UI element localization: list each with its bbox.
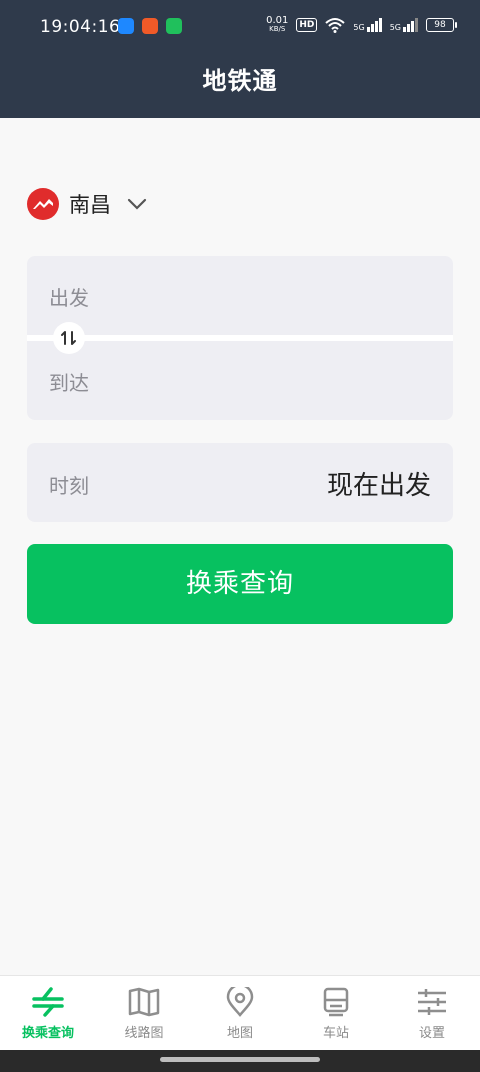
tab-station[interactable]: 车站 [288,976,384,1051]
signal-icon: 5G [353,18,382,32]
map-book-icon [128,987,160,1017]
location-pin-icon [226,987,254,1017]
hd-icon: HD [296,18,318,32]
battery-icon: 98 [426,18,457,32]
wifi-icon [325,18,346,33]
origin-placeholder: 出发 [49,286,89,310]
station-icon [323,987,349,1017]
app-header: 地铁通 [0,44,480,118]
route-input-group: 出发 到达 [27,256,453,420]
departure-time-field[interactable]: 时刻 现在出发 [27,443,453,522]
time-value: 现在出发 [326,471,431,501]
tab-transfer[interactable]: 换乘查询 [0,976,96,1051]
app-notification-icon [166,18,182,34]
status-indicators: 0.01 KB/S HD 5G 5G 98 [266,15,457,34]
gesture-bar [0,1050,480,1072]
tab-line-map[interactable]: 线路图 [96,976,192,1051]
tab-label: 线路图 [124,1026,164,1041]
sliders-icon [418,989,446,1015]
signal-icon: 5G [390,18,418,32]
bottom-tab-bar: 换乘查询 线路图 地图 车站 设置 [0,975,480,1051]
city-selector[interactable]: 南昌 [27,188,147,220]
net-speed: 0.01 KB/S [266,15,289,34]
tab-label: 车站 [322,1026,349,1041]
tab-label: 地图 [226,1026,253,1041]
status-bar: 19:04:16 0.01 KB/S HD 5G 5G 98 [0,0,480,44]
metro-logo-icon [27,188,59,220]
tab-label: 设置 [418,1026,445,1041]
city-name: 南昌 [69,193,111,217]
tab-label: 换乘查询 [21,1026,74,1041]
app-notification-icon [142,18,158,34]
chevron-down-icon [127,198,147,210]
swap-stations-button[interactable] [53,322,85,354]
destination-field[interactable]: 到达 [27,341,453,420]
transfer-icon [32,987,64,1017]
transfer-search-button[interactable]: 换乘查询 [27,544,453,624]
tab-settings[interactable]: 设置 [384,976,480,1051]
main-content: 南昌 出发 到达 时刻 现在出发 换乘查询 [0,118,480,975]
destination-placeholder: 到达 [49,371,89,395]
page-title: 地铁通 [202,67,278,95]
app-notification-icon [118,18,134,34]
home-indicator[interactable] [160,1057,320,1062]
tab-map[interactable]: 地图 [192,976,288,1051]
swap-icon [61,331,76,345]
origin-field[interactable]: 出发 [27,256,453,335]
time-label: 时刻 [49,474,89,498]
status-time: 19:04:16 [40,17,121,37]
notification-icons [118,18,182,34]
